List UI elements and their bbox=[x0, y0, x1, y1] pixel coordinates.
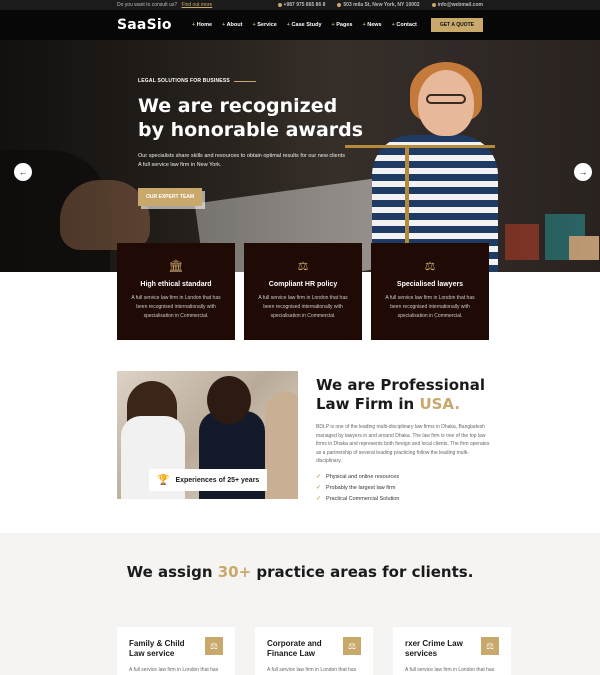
list-item: ✓ Probably the largest law firm bbox=[316, 483, 490, 494]
email-info[interactable]: info@webmail.com bbox=[431, 2, 483, 8]
about-title-highlight: USA. bbox=[419, 395, 461, 413]
practice-areas-section: We assign 30+ practice areas for clients… bbox=[0, 533, 600, 675]
top-bar: Do you want to consult us? Find out more… bbox=[0, 0, 600, 10]
practice-card-text: A full service law firm in London that h… bbox=[405, 667, 495, 673]
list-item: ✓ Physical and online resources bbox=[316, 472, 490, 483]
mail-icon bbox=[431, 3, 436, 7]
experience-badge: 🏆 Experiences of 25+ years bbox=[149, 469, 267, 491]
list-item: ✓ Practical Commercial Solution bbox=[316, 494, 490, 505]
practice-title-highlight: 30+ bbox=[217, 563, 252, 581]
briefcase-icon: ⚖ bbox=[343, 637, 361, 655]
practice-card[interactable]: Family & Child Law service ⚖ A full serv… bbox=[117, 627, 235, 675]
experience-text: Experiences of 25+ years bbox=[175, 476, 260, 484]
phone-icon bbox=[277, 3, 282, 7]
family-icon: ⚖ bbox=[205, 637, 223, 655]
practice-card-text: A full service law firm in London that h… bbox=[129, 667, 219, 673]
practice-title-start: We assign bbox=[126, 563, 218, 581]
hero-image-glasses bbox=[426, 94, 466, 104]
nav-item-service[interactable]: Service bbox=[252, 22, 277, 28]
feature-text: A full service law firm in London that h… bbox=[258, 295, 348, 319]
phone-text: +987 975 865 86 8 bbox=[283, 2, 326, 8]
list-item-text: Probably the largest law firm bbox=[326, 484, 396, 491]
nav-item-news[interactable]: News bbox=[362, 22, 381, 28]
consult-notice: Do you want to consult us? Find out more bbox=[117, 2, 212, 8]
about-image: 🏆 Experiences of 25+ years bbox=[117, 371, 298, 499]
practice-card-title: Family & Child Law service bbox=[129, 639, 185, 658]
check-icon: ✓ bbox=[316, 473, 322, 480]
person-figure bbox=[265, 391, 298, 499]
arrow-right-icon: → bbox=[578, 167, 588, 177]
main-navbar: SaaSio Home About Service Case Study Pag… bbox=[0, 10, 600, 40]
feature-box: 🏛 High ethical standard A full service l… bbox=[117, 243, 235, 340]
site-logo[interactable]: SaaSio bbox=[117, 17, 192, 33]
gavel-icon: ⚖ bbox=[297, 259, 309, 273]
practice-card[interactable]: rxer Crime Law services ⚖ A full service… bbox=[393, 627, 511, 675]
nav-item-case-study[interactable]: Case Study bbox=[287, 22, 322, 28]
practice-title: We assign 30+ practice areas for clients… bbox=[0, 563, 600, 582]
feature-box: ⚖ Compliant HR policy A full service law… bbox=[244, 243, 362, 340]
kicker-line bbox=[233, 80, 256, 82]
hero-content: LEGAL SOLUTIONS FOR BUSINESS We are reco… bbox=[138, 78, 368, 206]
hero-slider: LEGAL SOLUTIONS FOR BUSINESS We are reco… bbox=[0, 40, 600, 272]
practice-card-text: A full service law firm in London that h… bbox=[267, 667, 357, 673]
get-quote-button[interactable]: GET A QUOTE bbox=[430, 18, 483, 32]
arrow-left-icon: ← bbox=[18, 167, 28, 177]
feature-title: High ethical standard bbox=[140, 281, 212, 288]
about-content: We are Professional Law Firm in USA. BDL… bbox=[316, 376, 490, 505]
handcuffs-icon: ⚖ bbox=[481, 637, 499, 655]
practice-card-title: rxer Crime Law services bbox=[405, 639, 463, 658]
check-icon: ✓ bbox=[316, 495, 322, 502]
location-icon bbox=[337, 3, 342, 7]
feature-boxes: 🏛 High ethical standard A full service l… bbox=[117, 243, 489, 340]
slider-next-button[interactable]: → bbox=[574, 163, 592, 181]
address-text: 503 mila St, New York, NY 10002 bbox=[343, 2, 420, 8]
email-text: info@webmail.com bbox=[437, 2, 483, 8]
practice-cards: Family & Child Law service ⚖ A full serv… bbox=[117, 627, 511, 675]
slider-prev-button[interactable]: ← bbox=[14, 163, 32, 181]
consult-text: Do you want to consult us? bbox=[117, 2, 178, 8]
hero-description: Our specialists share skills and resourc… bbox=[138, 153, 345, 168]
trophy-icon: 🏆 bbox=[157, 474, 170, 486]
consult-link[interactable]: Find out more bbox=[181, 2, 212, 8]
feature-box: ⚖ Specialised lawyers A full service law… bbox=[371, 243, 489, 340]
feature-title: Compliant HR policy bbox=[268, 281, 338, 288]
practice-card[interactable]: Corporate and Finance Law ⚖ A full servi… bbox=[255, 627, 373, 675]
person-figure bbox=[207, 376, 251, 424]
nav-item-contact[interactable]: Contact bbox=[392, 22, 416, 28]
main-menu: Home About Service Case Study Pages News… bbox=[192, 22, 431, 28]
list-item-text: Practical Commercial Solution bbox=[326, 495, 400, 502]
scales-icon: ⚖ bbox=[424, 259, 436, 273]
practice-card-title: Corporate and Finance Law bbox=[267, 639, 322, 658]
expert-team-button[interactable]: OUR EXPERT TEAM bbox=[138, 188, 203, 206]
feature-title: Specialised lawyers bbox=[396, 281, 464, 288]
list-item-text: Physical and online resources bbox=[326, 473, 400, 480]
practice-title-end: practice areas for clients. bbox=[251, 563, 474, 581]
hero-kicker: LEGAL SOLUTIONS FOR BUSINESS bbox=[138, 78, 368, 84]
institution-icon: 🏛 bbox=[168, 259, 184, 273]
hero-kicker-text: LEGAL SOLUTIONS FOR BUSINESS bbox=[138, 78, 230, 84]
feature-text: A full service law firm in London that h… bbox=[131, 295, 221, 319]
address-info: 503 mila St, New York, NY 10002 bbox=[337, 2, 420, 8]
about-feature-list: ✓ Physical and online resources ✓ Probably… bbox=[316, 472, 490, 505]
hero-title: We are recognized by honorable awards bbox=[138, 95, 364, 141]
nav-item-home[interactable]: Home bbox=[192, 22, 212, 28]
about-title: We are Professional Law Firm in USA. bbox=[316, 376, 490, 414]
nav-item-about[interactable]: About bbox=[222, 22, 243, 28]
check-icon: ✓ bbox=[316, 484, 322, 491]
phone-info[interactable]: +987 975 865 86 8 bbox=[277, 2, 326, 8]
contact-info: +987 975 865 86 8 503 mila St, New York,… bbox=[277, 2, 483, 8]
about-description: BDLP is one of the leading multi-discipl… bbox=[316, 424, 490, 464]
nav-item-pages[interactable]: Pages bbox=[332, 22, 352, 28]
feature-text: A full service law firm in London that h… bbox=[385, 295, 475, 319]
